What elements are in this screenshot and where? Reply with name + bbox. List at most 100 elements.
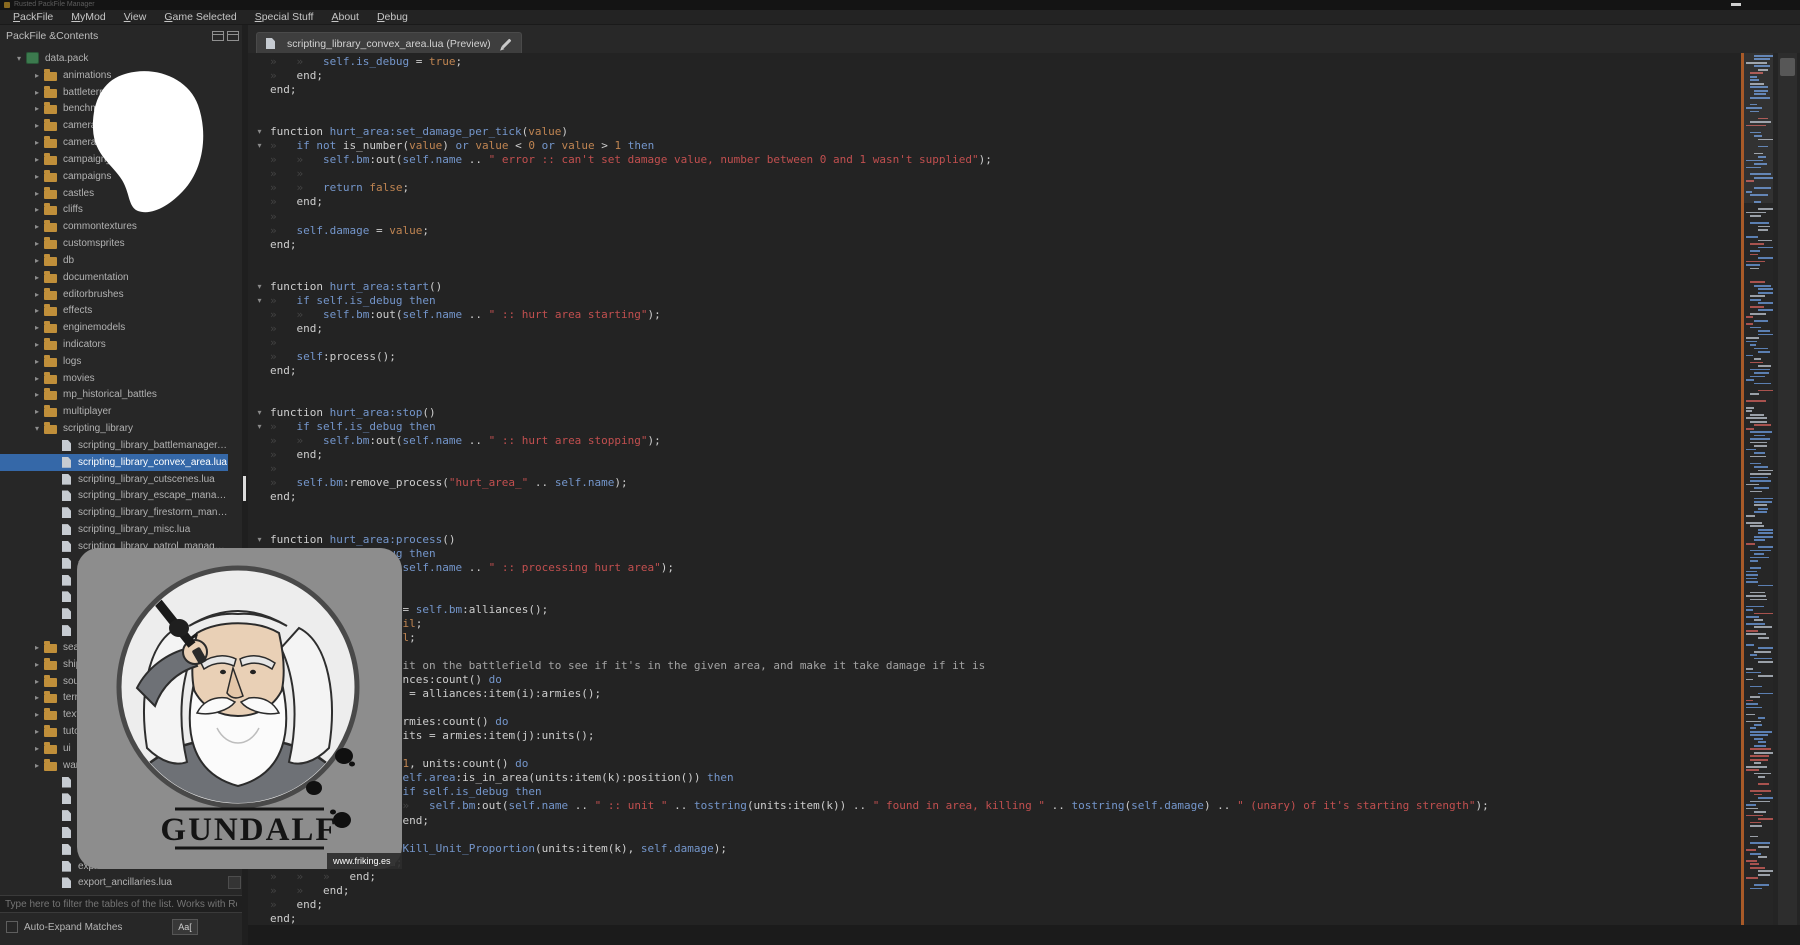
tree-item-scripting-library-convex-area-lua[interactable]: scripting_library_convex_area.lua [0,454,228,471]
expand-arrow-icon[interactable]: ▾ [30,424,44,433]
code-line[interactable]: » » [248,167,1741,181]
expand-arrow-icon[interactable]: ▸ [30,643,44,652]
fold-marker-icon[interactable]: ▾ [253,533,266,547]
code-line[interactable]: » » » » » if self.is_debug then [248,785,1741,799]
tab-scripting-library-convex-area[interactable]: scripting_library_convex_area.lua (Previ… [256,32,522,54]
expand-arrow-icon[interactable]: ▸ [30,660,44,669]
code-line[interactable]: » [248,336,1741,350]
filter-input[interactable] [0,895,242,913]
code-line[interactable]: » for i = 1, alliances:count() do [248,673,1741,687]
code-line[interactable]: » self.damage = value; [248,224,1741,238]
code-line[interactable]: » » self.bm:out(self.name .. " :: hurt a… [248,434,1741,448]
expand-arrow-icon[interactable]: ▸ [30,340,44,349]
menu-item-special-stuff[interactable]: Special Stuff [246,10,323,25]
expand-arrow-icon[interactable]: ▸ [30,71,44,80]
collapse-all-icon[interactable] [227,31,239,41]
code-line[interactable]: » end; [248,898,1741,912]
tree-item-logs[interactable]: ▸logs [0,353,228,370]
code-line[interactable]: » » self.bm:out(self.name .. " :: proces… [248,561,1741,575]
menu-item-debug[interactable]: Debug [368,10,417,25]
code-line[interactable]: » [248,462,1741,476]
tree-item-scripting-library-cutscenes-lua[interactable]: scripting_library_cutscenes.lua [0,471,228,488]
fold-marker-icon[interactable]: ▾ [253,280,266,294]
code-line[interactable]: » -- check each unit on the battlefield … [248,659,1741,673]
tree-item-data-pack[interactable]: ▾data.pack [0,50,228,67]
tree-item-scripting-library-escape-manager-lua[interactable]: scripting_library_escape_manager.lua [0,488,228,505]
code-line[interactable]: » » » for k = 1, units:count() do [248,757,1741,771]
tree-item-mp-historical-battles[interactable]: ▸mp_historical_battles [0,387,228,404]
code-line[interactable] [248,392,1741,406]
code-line[interactable]: » self.bm:remove_process("hurt_area_" ..… [248,476,1741,490]
tree-item-scripting-library-battlemanager-lua[interactable]: scripting_library_battlemanager.lua [0,437,228,454]
splitter-handle[interactable] [243,476,246,501]
fold-marker-icon[interactable]: ▾ [253,139,266,153]
tree-item-scripting-library-firestorm-manager-lua[interactable]: scripting_library_firestorm_manager.lua [0,504,228,521]
tree-item-scripting-library-misc-lua[interactable]: scripting_library_misc.lua [0,521,228,538]
code-line[interactable]: ▾function hurt_area:process() [248,533,1741,547]
code-line[interactable]: » [248,645,1741,659]
tree-item-movies[interactable]: ▸movies [0,370,228,387]
tree-item-scripting-library[interactable]: ▾scripting_library [0,420,228,437]
code-line[interactable] [248,111,1741,125]
expand-arrow-icon[interactable]: ▸ [30,273,44,282]
expand-all-icon[interactable] [212,31,224,41]
tree-item-db[interactable]: ▸db [0,252,228,269]
code-line[interactable]: ▾» if self.is_debug then [248,420,1741,434]
minimap-viewport[interactable] [1744,53,1773,203]
fold-marker-icon[interactable]: ▾ [253,125,266,139]
code-line[interactable]: end; [248,912,1741,925]
code-line[interactable]: » » » » if self.area:is_in_area(units:it… [248,771,1741,785]
expand-arrow-icon[interactable]: ▸ [30,710,44,719]
fold-marker-icon[interactable]: ▾ [253,294,266,308]
fold-marker-icon[interactable]: ▾ [253,406,266,420]
code-line[interactable]: ▾» if self.is_debug then [248,547,1741,561]
code-line[interactable]: » end; [248,448,1741,462]
menu-item-packfile[interactable]: PackFile [4,10,62,25]
case-sensitive-button[interactable]: Aa[ [172,919,198,935]
menu-item-game-selected[interactable]: Game Selected [155,10,245,25]
code-line[interactable]: » local units = nil; [248,631,1741,645]
menu-item-mymod[interactable]: MyMod [62,10,114,25]
expand-arrow-icon[interactable]: ▸ [30,205,44,214]
code-line[interactable]: » » local armies = alliances:item(i):arm… [248,687,1741,701]
code-line[interactable]: ▾function hurt_area:set_damage_per_tick(… [248,125,1741,139]
expand-arrow-icon[interactable]: ▸ [30,323,44,332]
expand-arrow-icon[interactable]: ▸ [30,390,44,399]
expand-arrow-icon[interactable]: ▸ [30,172,44,181]
tree-item-indicators[interactable]: ▸indicators [0,336,228,353]
code-line[interactable]: » » » » » end; [248,814,1741,828]
tree-item-commontextures[interactable]: ▸commontextures [0,218,228,235]
code-line[interactable]: ▾function hurt_area:start() [248,280,1741,294]
expand-arrow-icon[interactable]: ▾ [12,54,26,63]
expand-arrow-icon[interactable]: ▸ [30,727,44,736]
expand-arrow-icon[interactable]: ▸ [30,155,44,164]
code-line[interactable]: » end; [248,575,1741,589]
code-line[interactable] [248,519,1741,533]
code-line[interactable]: » » » [248,743,1741,757]
menu-item-about[interactable]: About [322,10,367,25]
expand-arrow-icon[interactable]: ▸ [30,374,44,383]
expand-arrow-icon[interactable]: ▸ [30,677,44,686]
code-line[interactable]: » self:process(); [248,350,1741,364]
code-line[interactable]: ▾» if self.is_debug then [248,294,1741,308]
minimap[interactable] [1744,53,1773,925]
code-line[interactable]: end; [248,364,1741,378]
code-line[interactable] [248,97,1741,111]
expand-arrow-icon[interactable]: ▸ [30,138,44,147]
expand-arrow-icon[interactable]: ▸ [30,88,44,97]
code-line[interactable]: ▾» if not is_number(value) or value < 0 … [248,139,1741,153]
code-line[interactable]: » » self.bm:out(self.name .. " error :: … [248,153,1741,167]
editor-scrollbar[interactable] [1778,53,1797,925]
code-line[interactable]: » » » » » Kill_Unit_Proportion(units:ite… [248,842,1741,856]
expand-arrow-icon[interactable]: ▸ [30,290,44,299]
minimize-icon[interactable] [1731,3,1741,6]
code-line[interactable]: » end; [248,69,1741,83]
code-line[interactable]: » » » end; [248,870,1741,884]
expand-arrow-icon[interactable]: ▸ [30,761,44,770]
tree-item-customsprites[interactable]: ▸customsprites [0,235,228,252]
code-line[interactable]: » » » » end; [248,856,1741,870]
tree-item-documentation[interactable]: ▸documentation [0,269,228,286]
expand-arrow-icon[interactable]: ▸ [30,357,44,366]
expand-arrow-icon[interactable]: ▸ [30,121,44,130]
code-editor[interactable]: » » self.is_debug = true;» end;end;▾func… [248,53,1741,925]
